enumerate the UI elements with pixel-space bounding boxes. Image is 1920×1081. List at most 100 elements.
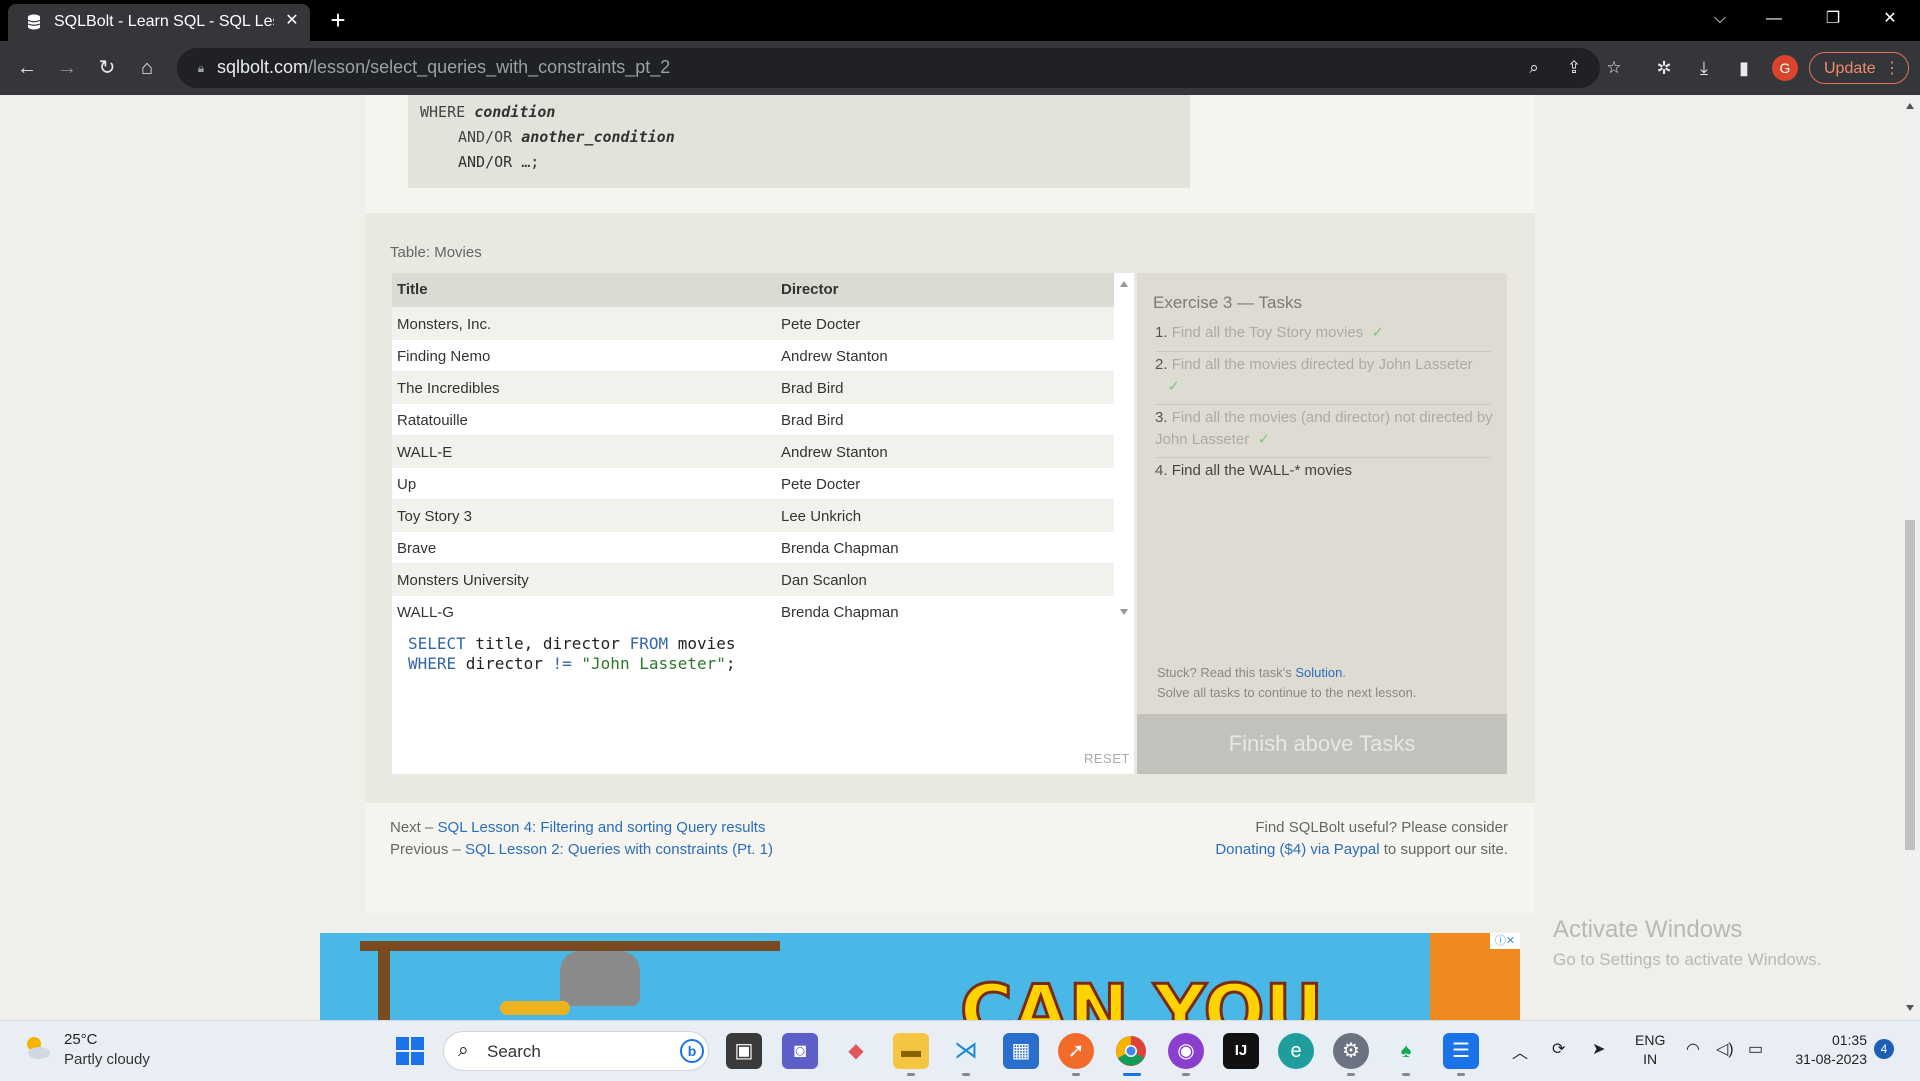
extensions-puzzle-icon[interactable]: ✲ [1650, 54, 1678, 82]
address-bar[interactable]: 🔒︎ sqlbolt.com/lesson/select_queries_wit… [177, 48, 1622, 88]
windows-taskbar: 25°C Partly cloudy ⌕ Search b ▣ ◙ ◆ ▬ ⋊ … [0, 1020, 1920, 1081]
minimize-icon[interactable]: — [1754, 4, 1794, 34]
running-indicator [1402, 1073, 1410, 1076]
intellij-icon[interactable]: IJ [1223, 1033, 1259, 1069]
share-icon[interactable]: ⇪ [1562, 56, 1586, 80]
sql-query-editor[interactable]: SELECT title, director FROM movies WHERE… [392, 623, 1134, 774]
notepad-icon[interactable]: ☰ [1443, 1033, 1479, 1069]
location-arrow-icon[interactable]: ➤ [1592, 1039, 1605, 1059]
volume-icon[interactable]: ◁) [1716, 1039, 1734, 1059]
tab-search-chevron-icon[interactable]: ⌵ [1700, 4, 1740, 34]
scroll-down-arrow-icon[interactable] [1120, 609, 1128, 615]
notification-badge[interactable]: 4 [1874, 1039, 1894, 1059]
chrome-icon[interactable] [1113, 1033, 1149, 1069]
battery-icon[interactable]: ▭ [1748, 1039, 1763, 1059]
close-tab-icon[interactable]: ✕ [281, 10, 303, 32]
cell-title: Monsters, Inc. [397, 316, 492, 333]
page-scrollbar[interactable] [1900, 95, 1920, 1020]
home-icon[interactable]: ⌂ [132, 53, 162, 83]
close-window-icon[interactable]: ✕ [1870, 4, 1910, 34]
scrollbar-thumb[interactable] [1905, 520, 1915, 850]
back-arrow-icon[interactable]: ← [12, 53, 42, 83]
cell-title: Up [397, 476, 417, 493]
page-viewport: WHERE condition AND/OR another_condition… [0, 95, 1900, 1020]
side-panel-icon[interactable]: ▮ [1730, 54, 1758, 82]
teams-chat-icon[interactable]: ◙ [782, 1033, 818, 1069]
vscode-icon[interactable]: ⋊ [948, 1033, 984, 1069]
profile-avatar[interactable]: G [1772, 55, 1798, 81]
partly-cloudy-icon[interactable] [22, 1033, 52, 1063]
task-item-3: 3. Find all the movies (and director) no… [1155, 409, 1493, 448]
database-icon [27, 14, 41, 30]
cell-title: WALL-G [397, 604, 454, 621]
wifi-icon[interactable]: ◠ [1686, 1039, 1700, 1059]
cell-title: Toy Story 3 [397, 508, 473, 525]
table-row: Finding Nemo Andrew Stanton [392, 339, 1114, 372]
task-divider [1155, 404, 1491, 405]
search-icon: ⌕ [458, 1040, 469, 1061]
check-icon: ✓ [1371, 324, 1385, 341]
reload-icon[interactable]: ↻ [92, 53, 122, 83]
windows-start-icon[interactable] [395, 1036, 425, 1066]
cell-director: Pete Docter [781, 316, 861, 333]
postman-icon[interactable]: ➚ [1058, 1033, 1094, 1069]
url-text[interactable]: sqlbolt.com/lesson/select_queries_with_c… [217, 57, 670, 78]
donate-paypal-link[interactable]: Donating ($4) via Paypal [1215, 841, 1379, 858]
update-button[interactable]: Update ⋮ [1809, 52, 1909, 84]
mongodb-icon[interactable]: ♠ [1388, 1033, 1424, 1069]
ad-close-icon[interactable]: ⓘ✕ [1490, 933, 1520, 949]
task-item-4: 4. Find all the WALL-* movies [1155, 462, 1353, 479]
reset-button[interactable]: RESET [1084, 751, 1130, 766]
cell-director: Andrew Stanton [781, 348, 888, 365]
new-tab-button[interactable]: + [324, 6, 352, 34]
settings-gear-icon[interactable]: ⚙ [1333, 1033, 1369, 1069]
taskbar-search-box[interactable]: ⌕ Search b [443, 1031, 709, 1071]
microsoft-store-icon[interactable]: ▦ [1003, 1033, 1039, 1069]
finish-tasks-button[interactable]: Finish above Tasks [1137, 714, 1507, 774]
cell-director: Brenda Chapman [781, 604, 899, 621]
task-view-icon[interactable]: ▣ [726, 1033, 762, 1069]
bing-icon[interactable]: b [680, 1039, 704, 1063]
advertisement-banner[interactable]: CAN YOU ⓘ✕ [320, 933, 1520, 1020]
forward-arrow-icon[interactable]: → [52, 53, 82, 83]
tasks-title: Exercise 3 — Tasks [1153, 293, 1302, 312]
table-scrollbar[interactable] [1114, 273, 1134, 623]
github-desktop-icon[interactable]: ◉ [1168, 1033, 1204, 1069]
table-row: Brave Brenda Chapman [392, 531, 1114, 564]
input-language-indicator[interactable]: ENG IN [1635, 1031, 1665, 1069]
table-row: Monsters University Dan Scanlon [392, 563, 1114, 596]
more-menu-icon[interactable]: ⋮ [1884, 53, 1900, 85]
table-row: WALL-G Brenda Chapman [392, 595, 1114, 623]
bookmark-star-icon[interactable]: ☆ [1602, 56, 1626, 80]
sync-icon[interactable]: ⟳ [1552, 1039, 1565, 1059]
file-explorer-icon[interactable]: ▬ [893, 1033, 929, 1069]
lesson-navigation: Next – SQL Lesson 4: Filtering and sorti… [390, 819, 773, 858]
weather-description[interactable]: Partly cloudy [64, 1051, 150, 1068]
git-app-icon[interactable]: ◆ [838, 1033, 874, 1069]
cell-title: WALL-E [397, 444, 453, 461]
ad-rocks-shape [560, 951, 640, 1006]
table-caption: Table: Movies [390, 244, 482, 261]
running-indicator [1457, 1073, 1465, 1076]
download-icon[interactable]: ⤓ [1690, 54, 1718, 82]
scroll-up-arrow-icon[interactable] [1906, 103, 1914, 109]
scroll-up-arrow-icon[interactable] [1120, 281, 1128, 287]
zoom-icon[interactable]: ⌕ [1522, 56, 1546, 80]
browser-tab-active[interactable]: SQLBolt - Learn SQL - SQL Lesson ✕ [8, 4, 310, 41]
check-icon: ✓ [1167, 378, 1181, 395]
next-lesson-link[interactable]: SQL Lesson 4: Filtering and sorting Quer… [438, 819, 766, 836]
previous-lesson-link[interactable]: SQL Lesson 2: Queries with constraints (… [465, 841, 773, 858]
edge-icon[interactable]: e [1278, 1033, 1314, 1069]
scroll-down-arrow-icon[interactable] [1906, 1005, 1914, 1011]
running-indicator [907, 1073, 915, 1076]
lock-icon[interactable]: 🔒︎ [191, 58, 211, 78]
solution-link[interactable]: Solution [1295, 665, 1342, 680]
running-indicator [1182, 1073, 1190, 1076]
stuck-help-text: Stuck? Read this task's Solution. Solve a… [1157, 665, 1417, 700]
system-clock[interactable]: 01:35 31-08-2023 [1785, 1031, 1867, 1069]
restore-icon[interactable]: ❐ [1813, 4, 1853, 34]
running-indicator [1347, 1073, 1355, 1076]
column-header-title: Title [397, 281, 428, 298]
show-hidden-icons-chevron-icon[interactable]: ︿ [1512, 1039, 1528, 1063]
weather-temperature[interactable]: 25°C [64, 1031, 98, 1048]
